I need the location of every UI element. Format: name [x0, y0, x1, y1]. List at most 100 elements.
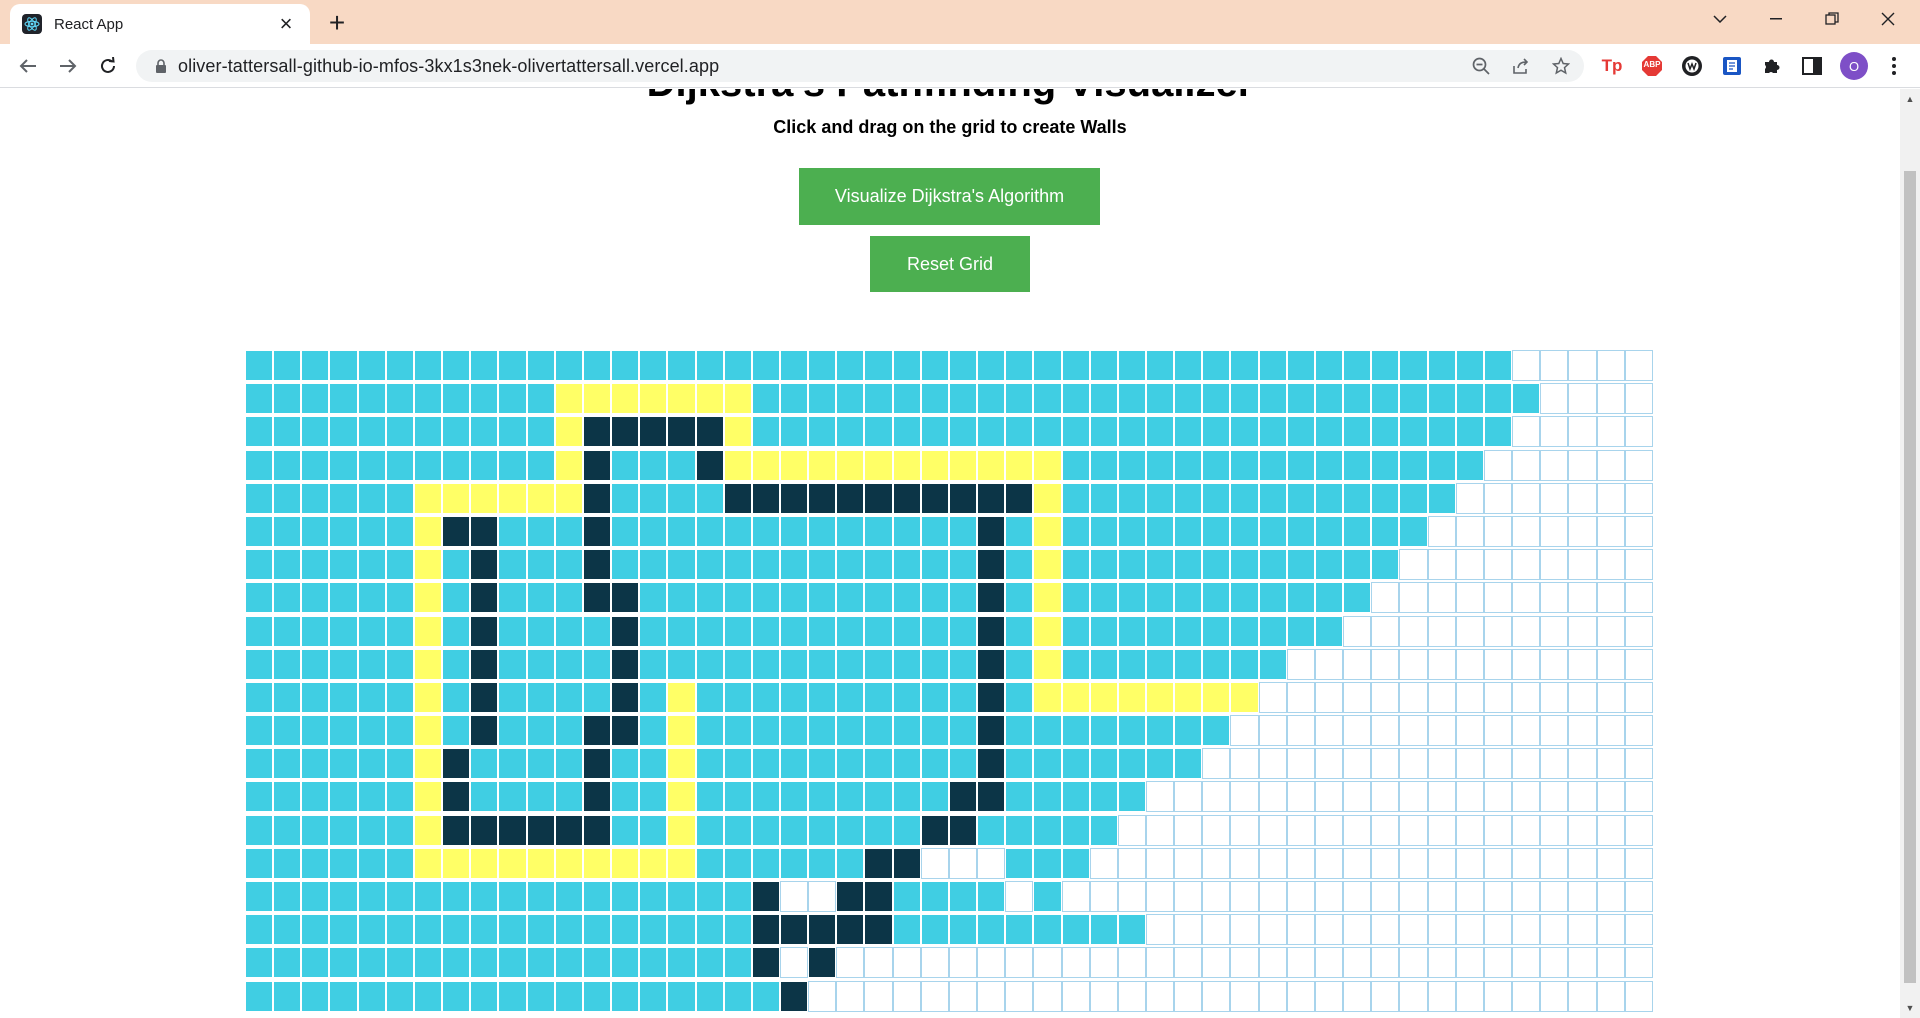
- visited-node[interactable]: [864, 715, 893, 747]
- path-node[interactable]: [667, 781, 696, 813]
- visited-node[interactable]: [864, 416, 893, 448]
- wall-node[interactable]: [977, 515, 1006, 547]
- visited-node[interactable]: [1399, 515, 1428, 547]
- wall-node[interactable]: [751, 482, 780, 514]
- visited-node[interactable]: [385, 383, 414, 415]
- empty-node[interactable]: [1089, 881, 1118, 912]
- visited-node[interactable]: [498, 416, 527, 448]
- visited-node[interactable]: [1258, 416, 1287, 448]
- visited-node[interactable]: [357, 781, 386, 813]
- empty-node[interactable]: [1596, 549, 1625, 581]
- empty-node[interactable]: [1202, 781, 1231, 813]
- empty-node[interactable]: [1483, 980, 1513, 1012]
- visited-node[interactable]: [413, 881, 443, 912]
- empty-node[interactable]: [1568, 549, 1597, 581]
- empty-node[interactable]: [1371, 980, 1400, 1012]
- visited-node[interactable]: [301, 383, 330, 415]
- visited-node[interactable]: [1005, 748, 1034, 780]
- empty-node[interactable]: [779, 947, 809, 979]
- visited-node[interactable]: [413, 383, 443, 415]
- visited-node[interactable]: [526, 515, 555, 547]
- wall-node[interactable]: [470, 715, 499, 747]
- visited-node[interactable]: [385, 914, 414, 946]
- empty-node[interactable]: [1568, 515, 1597, 547]
- empty-node[interactable]: [1399, 549, 1428, 581]
- empty-node[interactable]: [1399, 914, 1428, 946]
- visited-node[interactable]: [639, 482, 668, 514]
- path-node[interactable]: [413, 715, 443, 747]
- visited-node[interactable]: [329, 449, 358, 481]
- wall-node[interactable]: [639, 416, 668, 448]
- more-menu-icon[interactable]: [1882, 54, 1906, 78]
- visited-node[interactable]: [751, 648, 780, 680]
- visited-node[interactable]: [1061, 847, 1090, 879]
- empty-node[interactable]: [1540, 814, 1569, 846]
- empty-node[interactable]: [1540, 648, 1569, 680]
- empty-node[interactable]: [1512, 549, 1541, 581]
- empty-node[interactable]: [1596, 582, 1625, 614]
- empty-node[interactable]: [1399, 681, 1428, 713]
- visited-node[interactable]: [779, 515, 809, 547]
- empty-node[interactable]: [1314, 881, 1344, 912]
- visited-node[interactable]: [413, 449, 443, 481]
- visited-node[interactable]: [695, 748, 724, 780]
- empty-node[interactable]: [1455, 515, 1484, 547]
- visited-node[interactable]: [1202, 482, 1231, 514]
- wall-node[interactable]: [751, 881, 780, 912]
- visited-node[interactable]: [442, 980, 471, 1012]
- empty-node[interactable]: [1089, 847, 1118, 879]
- visited-node[interactable]: [1005, 847, 1034, 879]
- visited-node[interactable]: [1258, 482, 1287, 514]
- visited-node[interactable]: [1230, 615, 1259, 647]
- empty-node[interactable]: [1286, 914, 1315, 946]
- visited-node[interactable]: [273, 449, 302, 481]
- empty-node[interactable]: [1455, 615, 1484, 647]
- visited-node[interactable]: [357, 980, 386, 1012]
- empty-node[interactable]: [1568, 881, 1597, 912]
- visited-node[interactable]: [526, 350, 555, 381]
- path-node[interactable]: [611, 847, 640, 879]
- visited-node[interactable]: [329, 681, 358, 713]
- visited-node[interactable]: [977, 914, 1006, 946]
- visited-node[interactable]: [779, 416, 809, 448]
- empty-node[interactable]: [1314, 781, 1344, 813]
- path-node[interactable]: [413, 847, 443, 879]
- visited-node[interactable]: [498, 980, 527, 1012]
- adblock-plus-icon[interactable]: ABP: [1640, 54, 1664, 78]
- wall-node[interactable]: [611, 582, 640, 614]
- visited-node[interactable]: [1005, 350, 1034, 381]
- visited-node[interactable]: [892, 648, 921, 680]
- visited-node[interactable]: [751, 681, 780, 713]
- visited-node[interactable]: [582, 681, 612, 713]
- empty-node[interactable]: [1343, 681, 1372, 713]
- visited-node[interactable]: [695, 582, 724, 614]
- empty-node[interactable]: [1258, 715, 1287, 747]
- visited-node[interactable]: [695, 781, 724, 813]
- visited-node[interactable]: [1202, 582, 1231, 614]
- visited-node[interactable]: [357, 350, 386, 381]
- visited-node[interactable]: [695, 814, 724, 846]
- wall-node[interactable]: [442, 781, 471, 813]
- empty-node[interactable]: [1202, 748, 1231, 780]
- empty-node[interactable]: [1624, 582, 1653, 614]
- visited-node[interactable]: [1089, 648, 1118, 680]
- visited-node[interactable]: [779, 582, 809, 614]
- empty-node[interactable]: [1540, 582, 1569, 614]
- visited-node[interactable]: [695, 549, 724, 581]
- visited-node[interactable]: [1314, 549, 1344, 581]
- visited-node[interactable]: [245, 449, 274, 481]
- visited-node[interactable]: [667, 350, 696, 381]
- visited-node[interactable]: [1230, 350, 1259, 381]
- empty-node[interactable]: [1455, 549, 1484, 581]
- path-node[interactable]: [413, 582, 443, 614]
- minimize-icon[interactable]: [1748, 0, 1804, 38]
- visited-node[interactable]: [639, 881, 668, 912]
- path-node[interactable]: [1033, 681, 1062, 713]
- visited-node[interactable]: [357, 847, 386, 879]
- visited-node[interactable]: [245, 715, 274, 747]
- empty-node[interactable]: [1512, 515, 1541, 547]
- visited-node[interactable]: [1314, 350, 1344, 381]
- path-node[interactable]: [723, 449, 752, 481]
- visited-node[interactable]: [836, 748, 865, 780]
- visited-node[interactable]: [695, 947, 724, 979]
